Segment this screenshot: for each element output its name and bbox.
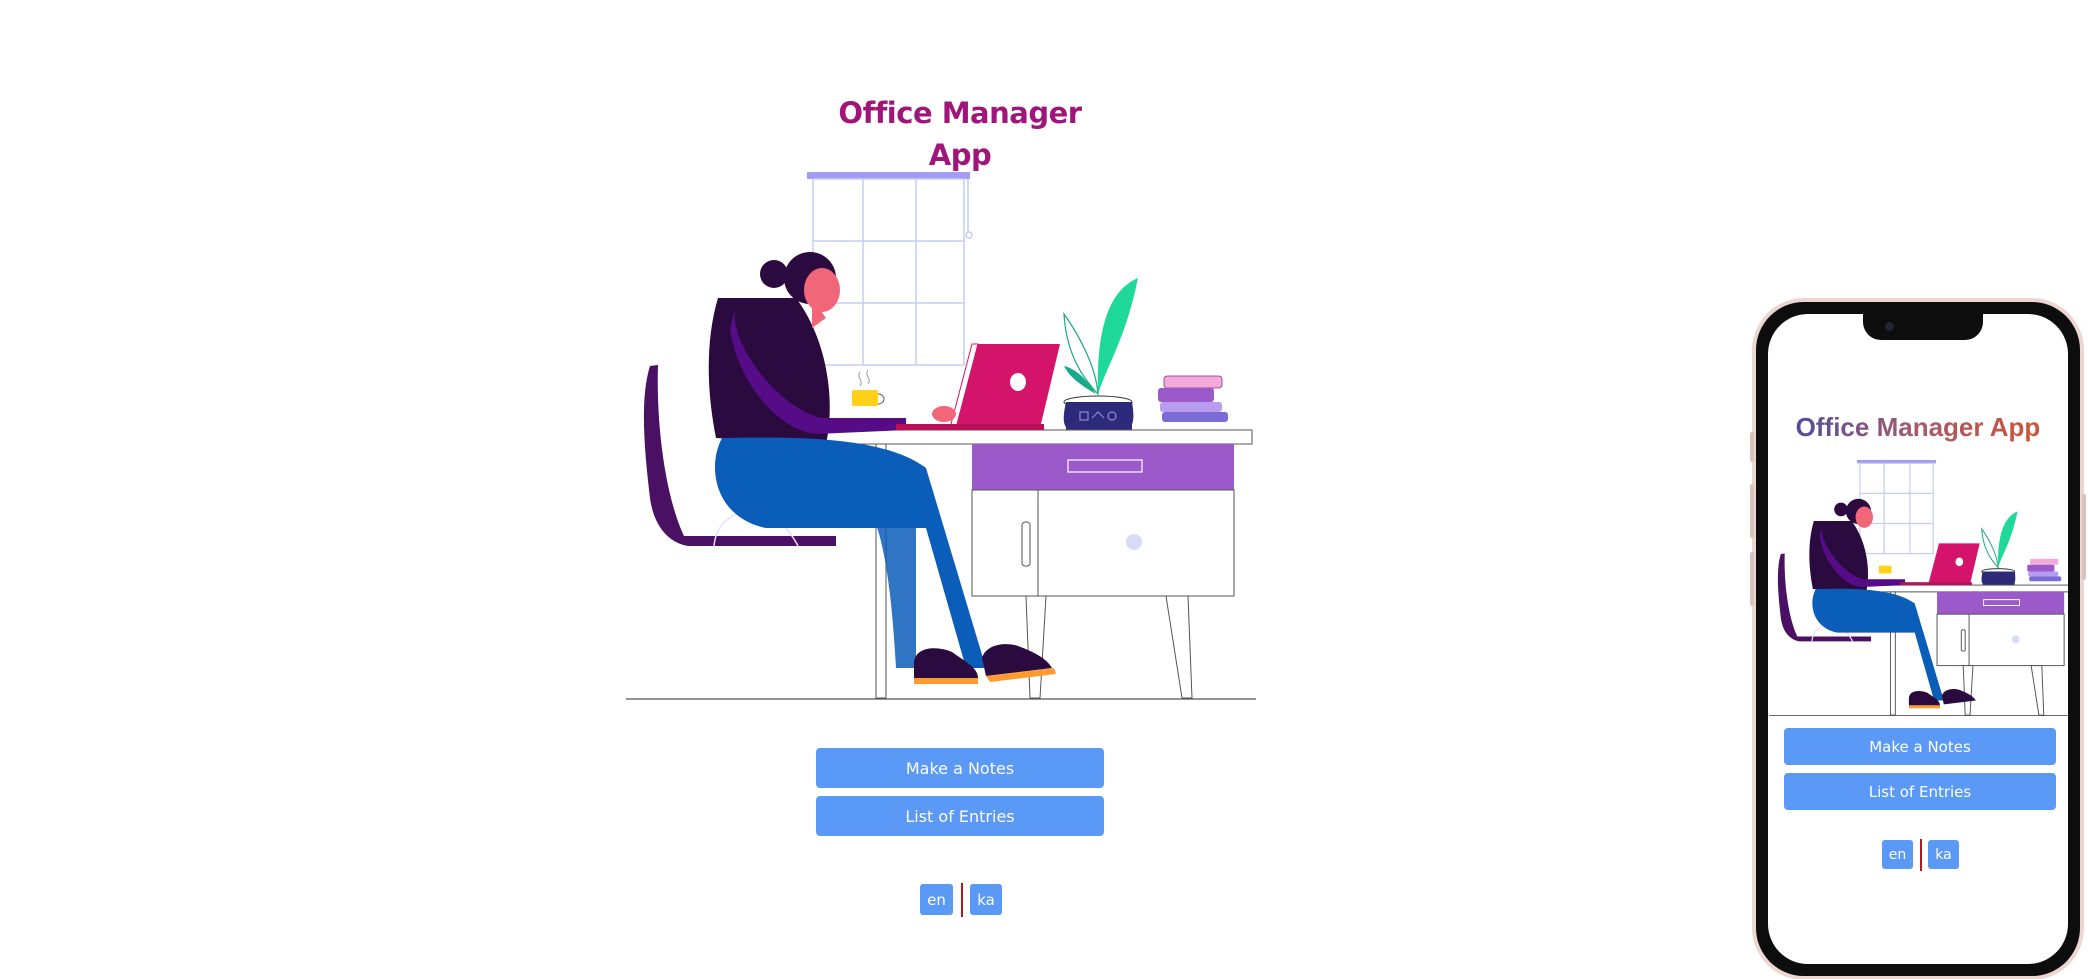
woman-at-desk-illustration xyxy=(626,168,1256,704)
page: Office Manager App Make a Notes List of … xyxy=(0,0,2088,979)
phone-mute-button xyxy=(1750,432,1754,462)
make-notes-button[interactable]: Make a Notes xyxy=(816,748,1104,788)
phone-page-title: Office Manager App xyxy=(1768,410,2068,444)
language-separator xyxy=(961,883,963,917)
phone-bezel: Office Manager App Make a Notes List of … xyxy=(1756,302,2080,976)
phone-woman-at-desk-illustration xyxy=(1768,458,2068,718)
phone-volume-up-button xyxy=(1750,484,1754,538)
phone-volume-down-button xyxy=(1750,552,1754,606)
phone-language-ka-button[interactable]: ka xyxy=(1928,840,1959,869)
phone-power-button xyxy=(2082,494,2086,580)
phone-notch xyxy=(1863,314,1983,340)
phone-language-en-button[interactable]: en xyxy=(1882,840,1913,869)
camera-icon xyxy=(1885,322,1894,331)
phone-list-of-entries-button[interactable]: List of Entries xyxy=(1784,773,2056,810)
phone-make-notes-button[interactable]: Make a Notes xyxy=(1784,728,2056,765)
phone-illustration-graphic xyxy=(1769,459,2068,717)
language-en-button[interactable]: en xyxy=(920,884,953,915)
list-of-entries-button[interactable]: List of Entries xyxy=(816,796,1104,836)
illustration-graphic xyxy=(626,172,1256,700)
phone-screen: Office Manager App Make a Notes List of … xyxy=(1768,314,2068,964)
phone-language-separator xyxy=(1920,839,1922,871)
phone-mockup: Office Manager App Make a Notes List of … xyxy=(1750,298,2086,979)
language-ka-button[interactable]: ka xyxy=(970,884,1002,915)
page-title: Office Manager App xyxy=(838,96,1082,172)
